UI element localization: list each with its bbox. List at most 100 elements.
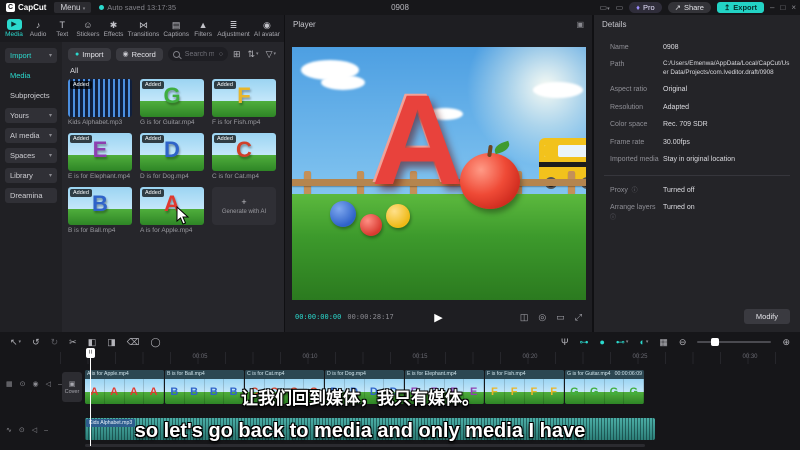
sidebar-item-dreamina[interactable]: Dreamina — [5, 188, 57, 203]
media-item[interactable]: B Added B is for Ball.mp4 — [68, 187, 132, 234]
search-input[interactable] — [182, 49, 216, 59]
tab-adjustment[interactable]: ≣ Adjustment — [217, 20, 250, 38]
media-thumbnail[interactable]: A Added — [140, 187, 204, 225]
timeline-tools-left: ↖ ▾ ↺ ↻ ✂ ◧ ◨ ⌫ ◯ — [10, 337, 161, 348]
track-mode-icon[interactable]: ◐ ▾ — [639, 337, 648, 347]
timeline-clip[interactable]: A is for Apple.mp4 A A A A — [85, 370, 164, 404]
record-button[interactable]: ◉ Record — [115, 47, 163, 61]
audio-waveform-icon[interactable]: ∿ — [6, 426, 12, 434]
zoom-out-icon[interactable]: ⊖ — [679, 337, 687, 348]
tab-captions[interactable]: ▤ Captions — [163, 20, 189, 38]
media-item[interactable]: G Added G is for Guitar.mp4 — [140, 79, 204, 126]
timeline-ruler[interactable]: 00:05 00:10 00:15 00:20 00:25 00:30 — [60, 352, 800, 364]
media-thumbnail[interactable]: Added — [68, 79, 132, 117]
zoom-in-icon[interactable]: ⊕ — [782, 337, 790, 348]
split-icon[interactable]: ✂ — [69, 337, 77, 348]
media-item[interactable]: D Added D is for Dog.mp4 — [140, 133, 204, 180]
media-item[interactable]: E Added E is for Elephant.mp4 — [68, 133, 132, 180]
export-button[interactable]: ↥ Export — [716, 2, 765, 13]
tab-stickers[interactable]: ☺ Stickers — [76, 20, 99, 38]
added-badge: Added — [70, 135, 92, 143]
object-tracking-icon[interactable]: ◎ — [538, 312, 546, 323]
tab-effects[interactable]: ✱ Effects — [104, 20, 124, 38]
tab-filters[interactable]: ▲ Filters — [193, 20, 213, 38]
search-by-image-icon[interactable]: ○ — [219, 51, 223, 58]
marker-icon[interactable]: ◯ — [150, 337, 160, 348]
tab-media[interactable]: ▶ Media — [4, 19, 24, 38]
mute-track-icon[interactable]: ◁ — [46, 380, 51, 388]
minimize-button[interactable]: – — [770, 3, 774, 12]
delete-icon[interactable]: ⌫ — [127, 337, 140, 348]
media-thumbnail[interactable]: E Added — [68, 133, 132, 171]
import-button[interactable]: ● Import — [68, 47, 111, 61]
tab-text[interactable]: T Text — [52, 20, 72, 38]
delete-left-icon[interactable]: ◧ — [88, 337, 97, 348]
sidebar-item-yours[interactable]: Yours ▾ — [5, 108, 57, 123]
share-icon: ↗ — [674, 3, 681, 12]
undo-icon[interactable]: ↺ — [32, 337, 40, 348]
media-item[interactable]: Added Kids Alphabet.mp3 — [68, 79, 132, 126]
modify-button[interactable]: Modify — [743, 309, 790, 324]
sidebar-item-ai-media[interactable]: AI media ▾ — [5, 128, 57, 143]
timeline-clip[interactable]: G is for Guitar.mp4 00:00:06:09 G G G G — [565, 370, 644, 404]
sidebar-item-library[interactable]: Library ▾ — [5, 168, 57, 183]
select-tool-icon[interactable]: ↖ ▾ — [10, 337, 21, 348]
sort-icon[interactable]: ⇅ ▾ — [248, 49, 259, 60]
lock-track-icon[interactable]: ⊙ — [19, 426, 25, 434]
pro-button[interactable]: ♦ Pro — [629, 2, 662, 13]
generate-with-ai-tile[interactable]: + Generate with AI — [212, 187, 276, 234]
sidebar-item-media[interactable]: Media — [5, 68, 57, 83]
media-item[interactable]: A Added A is for Apple.mp4 — [140, 187, 204, 234]
media-thumbnail[interactable]: B Added — [68, 187, 132, 225]
media-thumbnail[interactable]: D Added — [140, 133, 204, 171]
auto-link-icon[interactable]: ⊷ ▾ — [616, 337, 629, 348]
tab-ai-avatar[interactable]: ◉ AI avatar — [254, 20, 280, 38]
playhead-line[interactable] — [90, 348, 91, 446]
snapping-icon[interactable]: ⊶ — [579, 337, 588, 348]
menu-button[interactable]: Menu ▾ — [54, 2, 92, 13]
lock-track-icon[interactable]: ⊙ — [20, 380, 26, 388]
tab-audio[interactable]: ♪ Audio — [28, 20, 48, 38]
filters-icon: ▲ — [198, 19, 208, 30]
timeline-clip[interactable]: F is for Fish.mp4 F F F F — [485, 370, 564, 404]
panel-layout-icon[interactable]: ▭ — [616, 3, 624, 12]
record-circle-icon: ◉ — [122, 51, 129, 58]
delete-right-icon[interactable]: ◨ — [107, 337, 116, 348]
timeline-zoom-slider[interactable] — [697, 338, 772, 346]
sidebar-item-spaces[interactable]: Spaces ▾ — [5, 148, 57, 163]
share-button[interactable]: ↗ Share — [667, 2, 711, 13]
sidebar-item-subprojects[interactable]: Subprojects — [5, 88, 57, 103]
maximize-button[interactable]: □ — [780, 3, 785, 12]
tab-transitions[interactable]: ⋈ Transitions — [128, 20, 160, 38]
timeline-clip[interactable]: B is for Ball.mp4 B B B B — [165, 370, 244, 404]
player-display-icon[interactable]: ▣ — [576, 20, 584, 29]
media-item[interactable]: C Added C is for Cat.mp4 — [212, 133, 276, 180]
media-thumbnail[interactable]: F Added — [212, 79, 276, 117]
media-thumbnail[interactable]: G Added — [140, 79, 204, 117]
mute-track-icon[interactable]: ◁ — [32, 426, 37, 434]
preview-ratio-icon[interactable]: ▭ — [556, 312, 565, 323]
details-value: Turned on — [663, 204, 695, 212]
layout-preset-icon[interactable]: ▭▾ — [600, 3, 610, 12]
search-box[interactable]: ○ — [167, 47, 228, 61]
media-item[interactable]: F Added F is for Fish.mp4 — [212, 79, 276, 126]
video-preview[interactable]: A — [292, 47, 586, 300]
preview-axis-icon[interactable]: ▦ — [659, 337, 668, 348]
snapshot-icon[interactable]: ◫ — [520, 312, 529, 323]
main-track-magnet-icon[interactable]: ● — [599, 337, 604, 347]
compact-view-icon[interactable]: ⊞ — [233, 49, 241, 60]
play-button[interactable]: ▶ — [434, 311, 442, 324]
fullscreen-icon[interactable]: ⤢ — [575, 312, 582, 323]
timeline-scrollbar[interactable] — [85, 444, 645, 447]
zoom-slider-handle[interactable] — [710, 338, 719, 346]
redo-icon[interactable]: ↻ — [51, 337, 59, 348]
hide-track-icon[interactable]: ◉ — [33, 380, 39, 388]
media-thumbnail[interactable]: C Added — [212, 133, 276, 171]
cover-button[interactable]: ▣ Cover — [62, 372, 82, 402]
close-button[interactable]: × — [791, 3, 796, 12]
voiceover-icon[interactable]: Ψ — [561, 337, 569, 347]
filter-icon[interactable]: ▽ ▾ — [266, 49, 276, 60]
collapse-track-icon[interactable]: – — [44, 427, 48, 434]
track-thumbnails-icon[interactable]: ▦ — [6, 380, 13, 388]
sidebar-item-import[interactable]: Import ▾ — [5, 48, 57, 63]
